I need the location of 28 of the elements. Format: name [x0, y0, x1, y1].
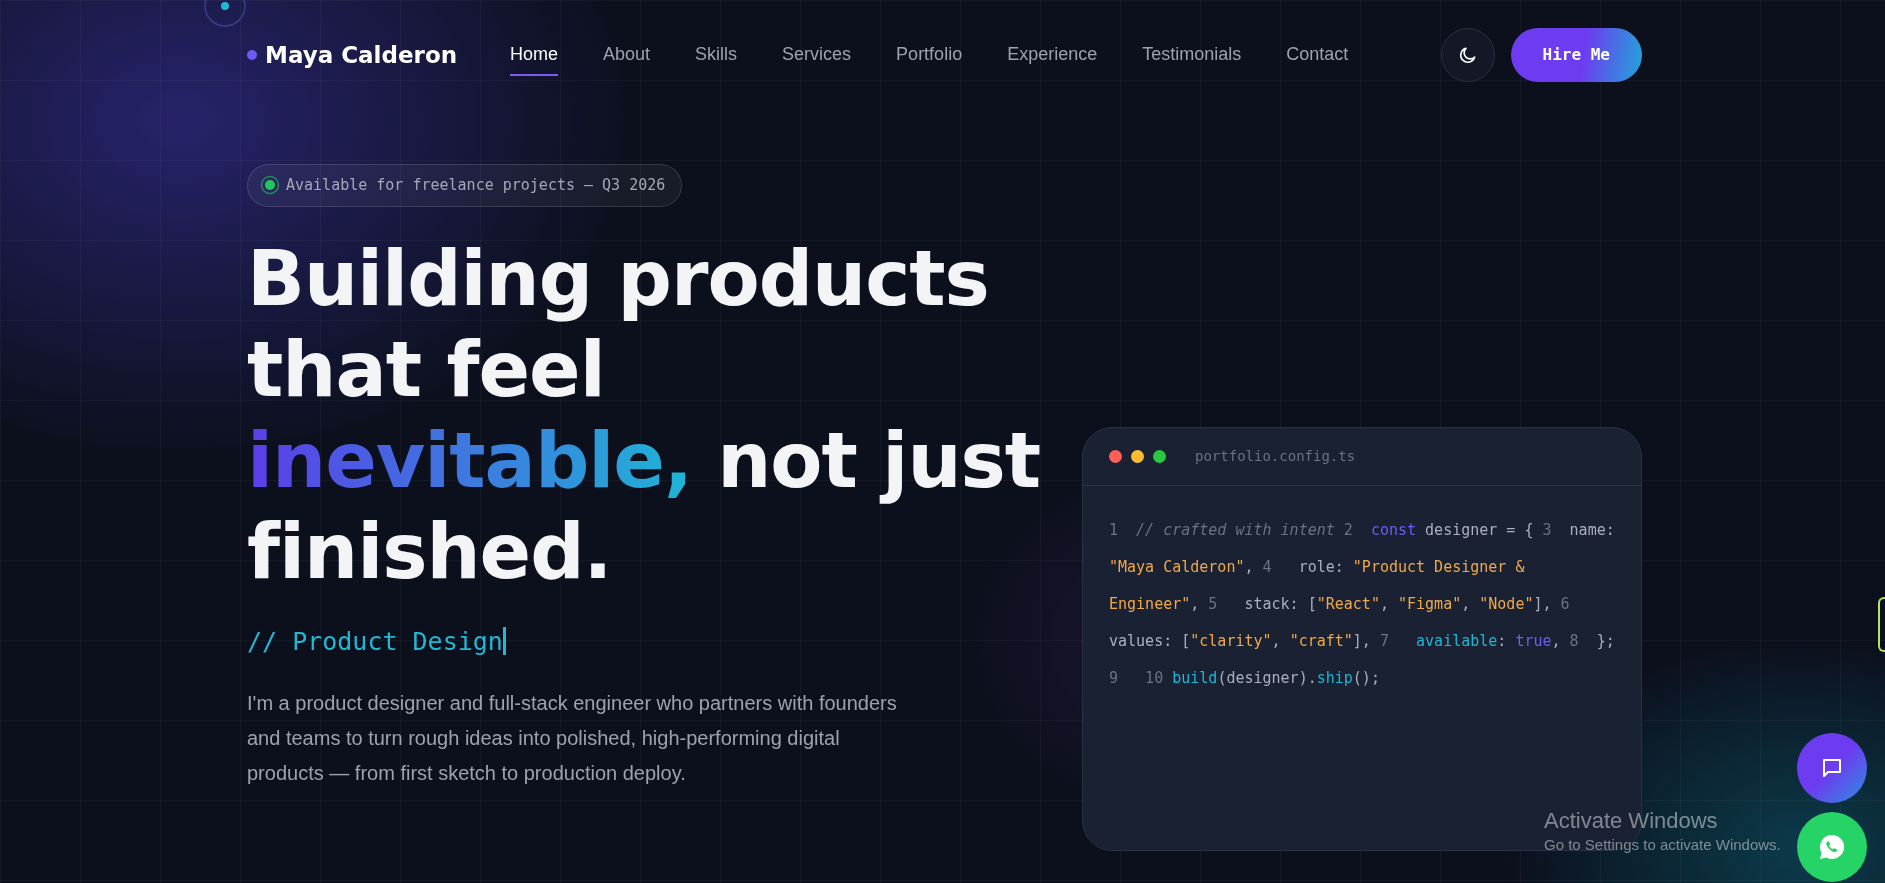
nav-link[interactable]: Services — [782, 34, 852, 76]
moon-icon — [1457, 45, 1478, 65]
brand-dot-icon — [247, 50, 257, 60]
status-dot-icon — [260, 175, 280, 196]
nav-link[interactable]: Experience — [1007, 34, 1098, 76]
nav-link[interactable]: Contact — [1286, 34, 1349, 76]
nav-link[interactable]: Home — [510, 34, 558, 76]
typed-role-text: // Product Design — [247, 625, 503, 658]
hire-me-button[interactable]: Hire Me — [1510, 28, 1642, 82]
intro-paragraph: I'm a product designer and full-stack engineer who partners with founders and teams to turn rough ideas into polished, high-performing digital products — from first sketch to production deploy. — [247, 691, 898, 786]
phone-bubble-icon — [1817, 832, 1847, 862]
maximize-dot-icon — [1153, 450, 1166, 463]
side-tab[interactable] — [1878, 597, 1885, 652]
nav-link[interactable]: Testimonials — [1142, 34, 1242, 76]
minimize-dot-icon — [1131, 450, 1144, 463]
activation-message: Go to Settings to activate Windows. — [1544, 835, 1781, 855]
chat-icon — [1820, 756, 1844, 780]
brand-logo[interactable]: Maya Calderon — [265, 37, 458, 73]
nav-link[interactable]: About — [603, 34, 651, 76]
text-cursor — [502, 627, 506, 656]
hero-heading: Building products that feel inevitable, not just finished. — [247, 232, 1042, 597]
file-name: portfolio.config.ts — [1195, 447, 1356, 466]
nav-link[interactable]: Portfolio — [896, 34, 963, 76]
nav-link[interactable]: Skills — [695, 34, 738, 76]
code-snippet: 1 // crafted with intent 2 const designer = { 3 name: "Maya Calderon", 4 role: "Product Designer & Engineer", 5 stack: ["React", "Figma", "Node"], 6 values: ["clarity", "craft"], 7 available: true, 8 }; 9 10 build(designer).ship(); — [1108, 520, 1616, 689]
close-dot-icon — [1109, 450, 1122, 463]
activation-title: Activate Windows — [1544, 808, 1719, 834]
availability-text: Available for freelance projects — Q3 2026 — [286, 175, 666, 196]
